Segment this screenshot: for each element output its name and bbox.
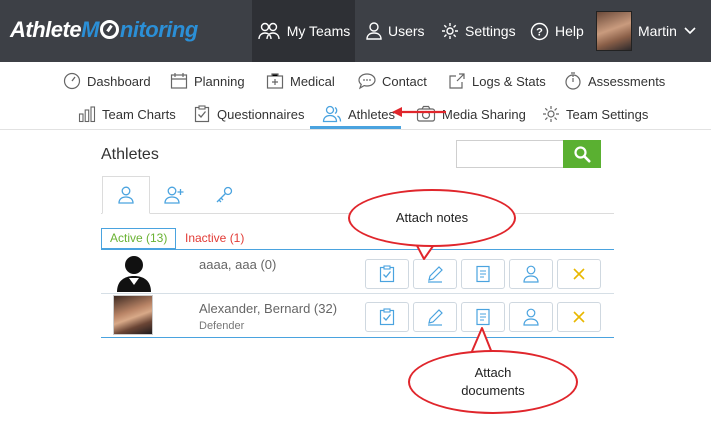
arrow-head-icon bbox=[392, 107, 402, 117]
callout-attach-notes: Attach notes bbox=[348, 189, 516, 247]
callout-attach-documents-line2: documents bbox=[461, 383, 525, 398]
callout-attach-documents: Attach documents bbox=[408, 350, 578, 414]
callout-attach-documents-line1: Attach bbox=[474, 365, 512, 380]
callout-attach-notes-text: Attach notes bbox=[395, 210, 469, 225]
